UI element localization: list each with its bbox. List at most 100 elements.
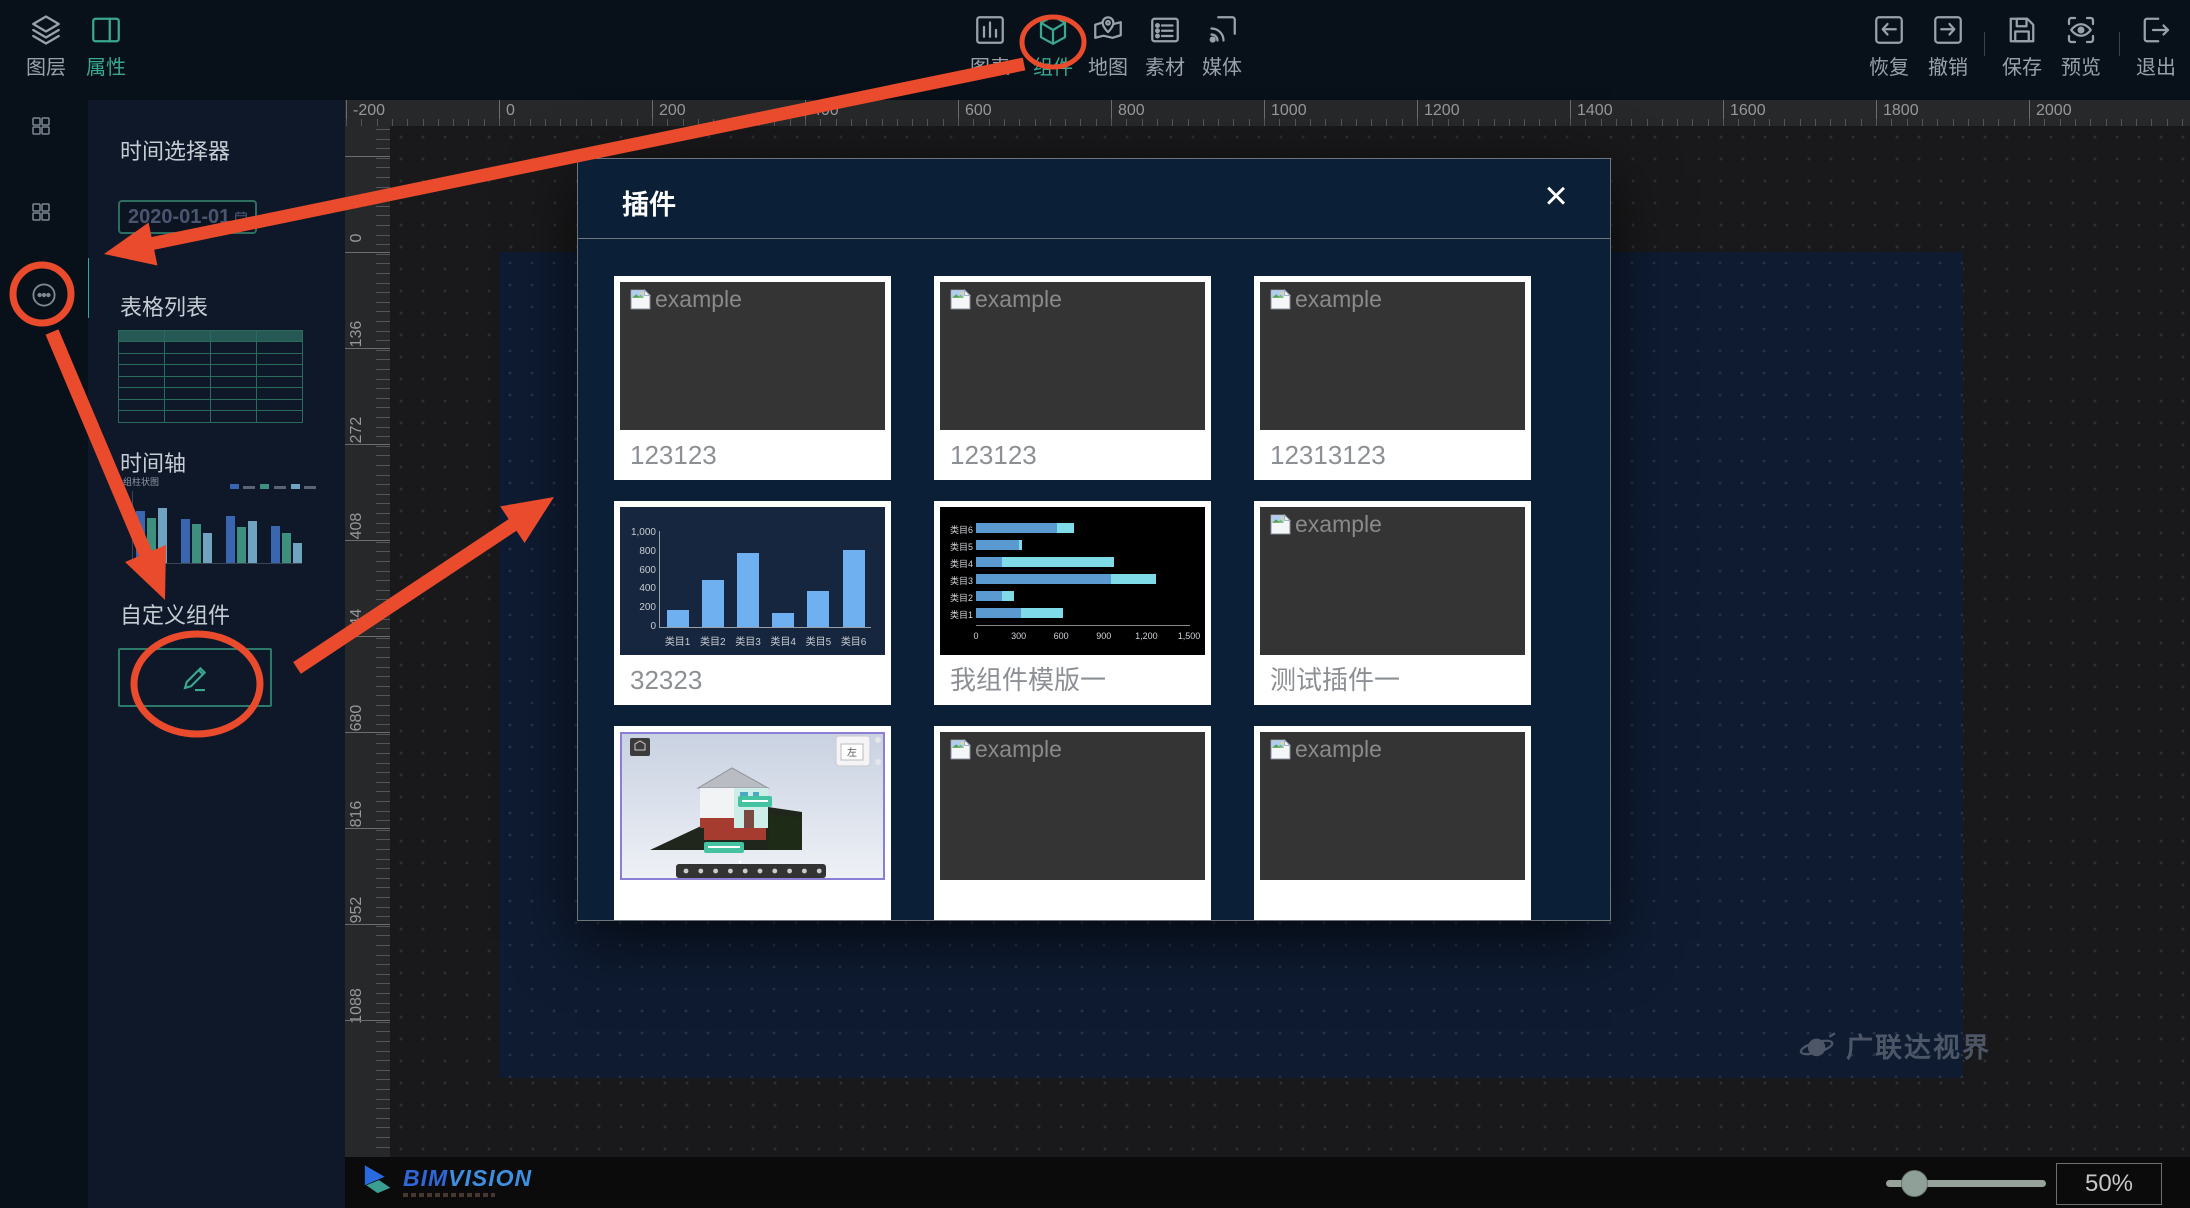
- rail-widgets-grid-icon[interactable]: [29, 114, 53, 143]
- ruler-minor-tick: [1233, 119, 1234, 126]
- more-circle-icon: [29, 280, 59, 310]
- custom-component-create-button[interactable]: [118, 648, 272, 707]
- toolbar-item-撤销[interactable]: 撤销: [1906, 12, 1990, 80]
- ruler-minor-tick: [1662, 119, 1663, 126]
- ruler-minor-tick: [376, 811, 390, 812]
- ruler-minor-tick: [376, 993, 390, 994]
- ruler-minor-tick: [376, 196, 390, 197]
- ruler-minor-tick: [376, 1051, 390, 1052]
- ruler-minor-tick: [376, 158, 390, 159]
- ruler-minor-tick: [1723, 119, 1724, 126]
- plugin-card[interactable]: 左: [614, 726, 891, 921]
- toolbar-item-退出[interactable]: 退出: [2114, 12, 2190, 80]
- plugin-card[interactable]: example测试插件一: [1254, 501, 1531, 705]
- ruler-minor-tick: [438, 119, 439, 126]
- ruler-minor-tick: [376, 484, 390, 485]
- ruler-minor-tick: [376, 388, 390, 389]
- canvas-watermark: 广联达视界: [1798, 1026, 1991, 1065]
- plugin-card[interactable]: example: [934, 726, 1211, 921]
- chart-x-tick-label: 900: [1086, 631, 1122, 641]
- table-thumbnail[interactable]: [118, 330, 302, 422]
- ruler-minor-tick: [591, 119, 592, 126]
- modal-title: 插件: [622, 183, 676, 222]
- ruler-tick-label: 600: [965, 102, 992, 120]
- ruler-minor-tick: [759, 119, 760, 126]
- 3d-viewer-thumbnail: 左: [620, 732, 885, 880]
- ruler-minor-tick: [1080, 119, 1081, 126]
- toolbar-item-属性[interactable]: 属性: [64, 12, 148, 80]
- ruler-minor-tick: [376, 561, 390, 562]
- component-panel: 时间选择器 2020-01-01 表格列表 时间轴 分组柱状图 自定义组件: [88, 100, 345, 1208]
- ruler-minor-tick: [1035, 119, 1036, 126]
- zoom-slider-thumb[interactable]: [1901, 1170, 1928, 1197]
- chart-bar-segment: [1021, 608, 1062, 618]
- ruler-tick-label: 0: [506, 102, 515, 120]
- toolbar-item-预览[interactable]: 预览: [2039, 12, 2123, 80]
- ruler-minor-tick: [1218, 119, 1219, 126]
- ruler-minor-tick: [2060, 119, 2061, 126]
- chart-y-axis: [659, 531, 660, 627]
- ruler-minor-tick: [376, 1070, 390, 1071]
- plugin-card[interactable]: example123123: [934, 276, 1211, 480]
- timeline-chart-thumbnail[interactable]: 分组柱状图: [112, 475, 316, 575]
- modal-close-icon[interactable]: ×: [1536, 173, 1576, 219]
- ruler-minor-tick: [376, 695, 390, 696]
- chart-bar-segment: [976, 608, 1021, 618]
- plugin-card[interactable]: example123123: [614, 276, 891, 480]
- chart-x-tick-label: 类目4: [766, 633, 801, 648]
- ruler-minor-tick: [1341, 119, 1342, 126]
- ruler-minor-tick: [2136, 119, 2137, 126]
- broken-image-icon: [1268, 737, 1293, 762]
- plugin-card[interactable]: example12313123: [1254, 276, 1531, 480]
- chart-x-tick-label: 0: [958, 631, 994, 641]
- save-icon: [2004, 12, 2040, 48]
- ruler-tick-label: 200: [659, 102, 686, 120]
- preview-eye-icon: [2063, 12, 2099, 48]
- ruler-minor-tick: [376, 1060, 390, 1061]
- mini-chart-bar: [181, 519, 190, 563]
- chart-bar-segment: [1019, 540, 1023, 550]
- ruler-minor-tick: [376, 638, 390, 639]
- toolbar-item-媒体[interactable]: 媒体: [1180, 12, 1264, 80]
- ruler-minor-tick: [376, 1127, 390, 1128]
- ruler-minor-tick: [1203, 119, 1204, 126]
- broken-image-icon: [1268, 512, 1293, 537]
- chart-bar-segment: [976, 591, 1002, 601]
- date-picker-input[interactable]: 2020-01-01: [118, 200, 257, 234]
- chart-bar: [772, 613, 794, 627]
- chart-x-tick-label: 类目6: [836, 633, 871, 648]
- ruler-minor-tick: [1402, 119, 1403, 126]
- plugin-card-preview: example: [1260, 507, 1525, 655]
- rail-widgets-grid-icon[interactable]: [29, 200, 53, 229]
- ruler-minor-tick: [1708, 119, 1709, 126]
- ruler-minor-tick: [376, 475, 390, 476]
- mini-chart-y-axis: [132, 491, 133, 564]
- ruler-minor-tick: [376, 1079, 390, 1080]
- ruler-minor-tick: [2106, 119, 2107, 126]
- ruler-minor-tick: [376, 676, 390, 677]
- chart-y-category-label: 类目6: [942, 523, 973, 536]
- ruler-minor-tick: [1998, 119, 1999, 126]
- ruler-minor-tick: [943, 119, 944, 126]
- ruler-minor-tick: [683, 119, 684, 126]
- plugin-card[interactable]: 类目6类目5类目4类目3类目2类目103006009001,2001,500我组…: [934, 501, 1211, 705]
- rail-more-circle-icon[interactable]: [29, 280, 59, 315]
- ruler-minor-tick: [2167, 119, 2168, 126]
- plugin-card-preview: example: [1260, 282, 1525, 430]
- plugin-card[interactable]: example: [1254, 726, 1531, 921]
- ruler-minor-tick: [530, 119, 531, 126]
- plugin-card[interactable]: 1,0008006004002000类目1类目2类目3类目4类目5类目63232…: [614, 501, 891, 705]
- table-cell: [210, 410, 257, 423]
- ruler-minor-tick: [1126, 119, 1127, 126]
- ruler-minor-tick: [376, 974, 390, 975]
- ruler-minor-tick: [376, 830, 390, 831]
- viewer-nav-label: 左: [847, 746, 857, 759]
- ruler-minor-tick: [377, 119, 378, 126]
- ruler-minor-tick: [376, 215, 390, 216]
- ruler-minor-tick: [1371, 119, 1372, 126]
- ruler-minor-tick: [927, 119, 928, 126]
- top-toolbar: 图层属性图表组件地图素材媒体恢复撤销保存预览退出: [0, 0, 2190, 100]
- ruler-minor-tick: [1111, 119, 1112, 126]
- ruler-minor-tick: [376, 532, 390, 533]
- broken-image-placeholder: example: [948, 286, 1062, 313]
